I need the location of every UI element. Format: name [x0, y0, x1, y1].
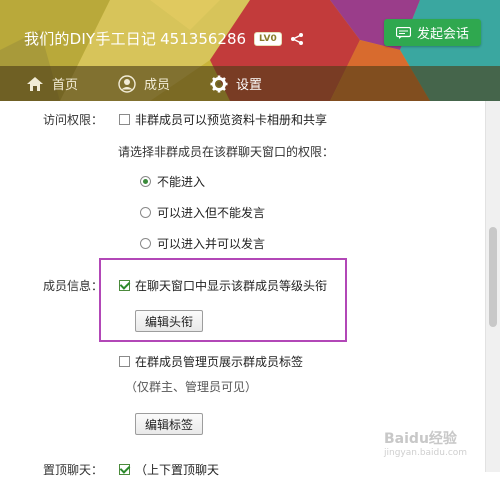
radio-enter-speak-button[interactable]	[140, 238, 151, 249]
group-header: 我们的DIY手工日记 451356286 LV0 发起会话 首页 成员 设置	[0, 0, 500, 101]
show-tag-label: 在群成员管理页展示群成员标签	[135, 355, 304, 369]
group-title-row: 我们的DIY手工日记 451356286 LV0	[24, 28, 304, 49]
pin-chat-checkbox[interactable]	[119, 464, 130, 475]
group-id: 451356286	[160, 29, 247, 48]
highlight-annotation	[99, 258, 347, 342]
show-tag-checkbox[interactable]	[119, 356, 130, 367]
radio-no-entry-button[interactable]	[140, 176, 151, 187]
show-tag-option[interactable]: 在群成员管理页展示群成员标签	[119, 353, 303, 370]
access-preview-option[interactable]: 非群成员可以预览资料卡相册和共享	[119, 111, 327, 128]
vertical-scrollbar[interactable]	[485, 101, 500, 472]
radio-enter-speak[interactable]: 可以进入并可以发言	[140, 235, 265, 252]
gear-icon	[210, 75, 228, 92]
tab-settings[interactable]: 设置	[210, 74, 262, 93]
watermark-text: Baidu经验	[384, 431, 457, 447]
tab-members-label: 成员	[144, 78, 171, 93]
access-label: 访问权限：	[43, 113, 104, 127]
radio-no-entry-label: 不能进入	[157, 175, 206, 189]
member-info-label: 成员信息：	[43, 279, 104, 293]
tag-visibility-note: （仅群主、管理员可见）	[125, 380, 258, 394]
member-icon	[118, 74, 136, 93]
non-member-prompt: 请选择非群成员在该群聊天窗口的权限：	[118, 145, 335, 159]
chat-bubble-icon	[395, 26, 411, 39]
radio-no-entry[interactable]: 不能进入	[140, 173, 205, 190]
tab-members[interactable]: 成员	[118, 74, 170, 93]
start-chat-button[interactable]: 发起会话	[384, 19, 481, 46]
home-icon	[27, 76, 43, 91]
access-preview-label: 非群成员可以预览资料卡相册和共享	[135, 113, 328, 127]
scrollbar-thumb[interactable]	[489, 227, 497, 327]
group-name: 我们的DIY手工日记	[24, 30, 157, 48]
watermark: Baidu经验 jingyan.baidu.com	[384, 428, 467, 458]
tab-home[interactable]: 首页	[26, 74, 78, 93]
radio-enter-no-speak[interactable]: 可以进入但不能发言	[140, 204, 265, 221]
pin-chat-option[interactable]: （上下置顶聊天	[119, 461, 219, 478]
edit-tag-button[interactable]: 编辑标签	[135, 413, 203, 435]
pin-chat-text: （上下置顶聊天	[135, 463, 220, 477]
start-chat-label: 发起会话	[416, 27, 469, 42]
tab-home-label: 首页	[52, 78, 79, 93]
tab-settings-label: 设置	[236, 78, 263, 93]
share-icon[interactable]	[290, 32, 304, 46]
radio-enter-speak-label: 可以进入并可以发言	[157, 237, 266, 251]
pin-chat-label: 置顶聊天：	[43, 463, 104, 477]
radio-enter-no-speak-button[interactable]	[140, 207, 151, 218]
watermark-sub: jingyan.baidu.com	[384, 448, 468, 458]
radio-enter-no-speak-label: 可以进入但不能发言	[157, 206, 266, 220]
tab-bar: 首页 成员 设置	[0, 66, 500, 101]
level-badge: LV0	[254, 31, 282, 46]
access-preview-checkbox[interactable]	[119, 114, 130, 125]
